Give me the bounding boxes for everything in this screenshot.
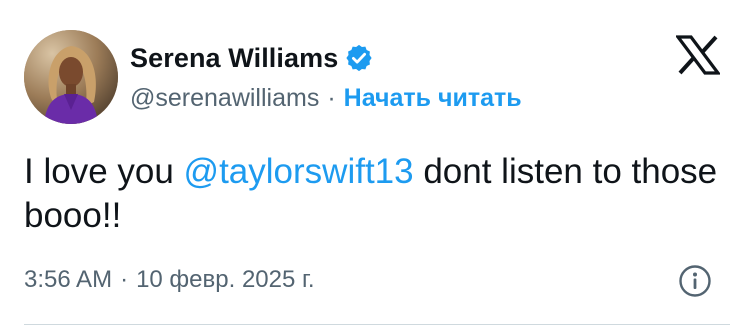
tweet-time[interactable]: 3:56 AM <box>24 266 112 294</box>
author-avatar[interactable] <box>24 30 118 124</box>
author-handle[interactable]: @serenawilliams <box>130 84 319 113</box>
separator-dot: · <box>120 266 129 293</box>
info-icon[interactable] <box>678 264 712 298</box>
avatar-photo <box>24 30 118 124</box>
author-name-row: Serena Williams <box>130 40 374 76</box>
verified-badge-icon <box>344 43 374 73</box>
author-display-name[interactable]: Serena Williams <box>130 43 338 74</box>
follow-button[interactable]: Начать читать <box>344 84 522 113</box>
tweet-timestamp-row[interactable]: 3:56 AM · 10 февр. 2025 г. <box>24 264 315 296</box>
mention-link[interactable]: @taylorswift13 <box>184 152 414 191</box>
tweet-text-start: I love you <box>24 152 184 191</box>
author-handle-row: @serenawilliams · Начать читать <box>130 81 522 115</box>
x-logo-icon[interactable] <box>674 35 722 75</box>
tweet-date[interactable]: 10 февр. 2025 г. <box>136 266 314 294</box>
tweet-text: I love you @taylorswift13 dont listen to… <box>24 150 724 238</box>
tweet-card: Serena Williams @serenawilliams · Начать… <box>0 0 754 325</box>
separator-dot: · <box>327 83 336 112</box>
